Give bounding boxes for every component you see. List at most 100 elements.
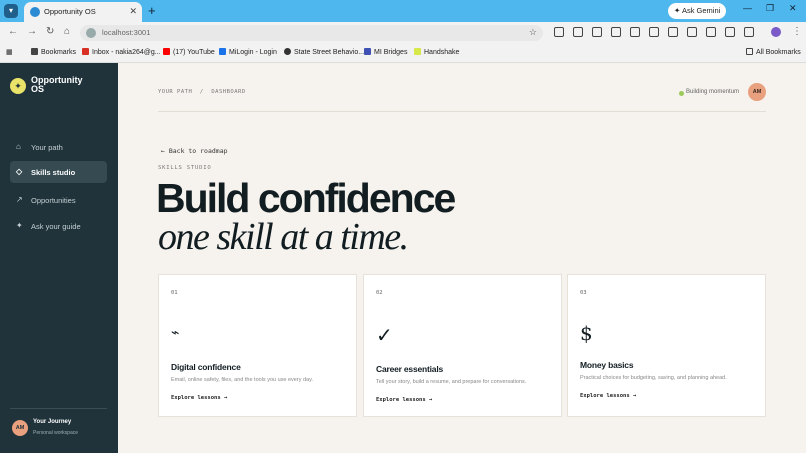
- card-title: Digital confidence: [171, 362, 241, 372]
- bookmark-star-icon: [31, 48, 38, 55]
- ask-gemini-label: Ask Gemini: [681, 6, 721, 15]
- diamond-icon: ◇: [16, 167, 23, 176]
- apps-grid-icon[interactable]: ▦: [6, 48, 13, 56]
- page-title-italic: one skill at a time.: [158, 216, 409, 258]
- logo-sparkle-icon: ✦: [10, 78, 26, 94]
- gemini-icon: ✦: [674, 6, 682, 15]
- sidebar: ✦ Opportunity OS ⌂ Your path ◇ Skills st…: [0, 63, 118, 453]
- reload-icon[interactable]: ↻: [46, 26, 54, 37]
- explore-lessons-link[interactable]: Explore lessons →: [580, 393, 636, 399]
- dollar-icon: $: [580, 321, 593, 345]
- forward-icon[interactable]: →: [27, 26, 37, 37]
- location-icon[interactable]: [687, 27, 697, 37]
- bookmark-label: (17) YouTube: [173, 49, 215, 56]
- card-description: Email, online safety, files, and the too…: [171, 377, 313, 383]
- bookmark-item[interactable]: (17) YouTube: [163, 48, 215, 56]
- incognito-icon[interactable]: [744, 27, 754, 37]
- close-window-icon[interactable]: ✕: [789, 3, 797, 14]
- translate-icon[interactable]: [554, 27, 564, 37]
- reading-list-icon[interactable]: [668, 27, 678, 37]
- bookmark-label: MI Bridges: [374, 49, 408, 56]
- explore-lessons-link[interactable]: Explore lessons →: [171, 395, 227, 401]
- card-number: 02: [376, 290, 383, 296]
- home-icon[interactable]: ⌂: [64, 26, 70, 37]
- status-text: Building momentum: [686, 89, 740, 95]
- home-icon: ⌂: [16, 142, 21, 151]
- payment-card-icon[interactable]: [706, 27, 716, 37]
- sidebar-item-opportunities[interactable]: ↗ Opportunities: [10, 189, 107, 211]
- sidebar-item-label: Ask your guide: [31, 222, 81, 231]
- card-number: 01: [171, 290, 178, 296]
- sidebar-item-label: Skills studio: [31, 168, 76, 177]
- print-icon[interactable]: [573, 27, 583, 37]
- globe-icon: [284, 48, 291, 55]
- all-bookmarks-button[interactable]: All Bookmarks: [746, 48, 801, 56]
- back-to-roadmap-link[interactable]: ← Back to roadmap: [161, 147, 228, 155]
- back-icon[interactable]: ←: [8, 26, 18, 37]
- bookmark-label: Inbox - nakia264@g...: [92, 49, 161, 56]
- sidebar-item-ask-your-guide[interactable]: ✦ Ask your guide: [10, 215, 107, 237]
- skill-card-career-essentials[interactable]: 02 ✓ Career essentials Tell your story, …: [363, 274, 562, 417]
- arrow-up-right-icon: ↗: [16, 195, 23, 204]
- main-content: YOUR PATH / DASHBOARD Building momentum …: [118, 63, 806, 453]
- folder-icon: [746, 48, 753, 55]
- user-subtitle: Personal workspace: [33, 430, 79, 436]
- devices-icon[interactable]: [725, 27, 735, 37]
- gmail-icon: [82, 48, 89, 55]
- bookmark-label: MiLogin - Login: [229, 49, 277, 56]
- sidebar-item-skills-studio[interactable]: ◇ Skills studio: [10, 161, 107, 183]
- browser-tab-strip: ▾ Opportunity OS ✕ + ✦ Ask Gemini — ❐ ✕: [0, 0, 806, 22]
- site-info-icon[interactable]: [86, 28, 96, 38]
- bookmark-label: State Street Behavio...: [294, 49, 365, 56]
- card-description: Practical choices for budgeting, saving,…: [580, 375, 727, 381]
- card-title: Career essentials: [376, 364, 444, 374]
- bookmark-item[interactable]: Inbox - nakia264@g...: [82, 48, 161, 56]
- skill-card-money-basics[interactable]: 03 $ Money basics Practical choices for …: [567, 274, 766, 417]
- url-text: localhost:3001: [102, 28, 151, 37]
- bookmark-label: Bookmarks: [41, 49, 77, 56]
- browser-menu-icon[interactable]: ⋮: [792, 26, 802, 37]
- bookmark-item[interactable]: MI Bridges: [364, 48, 407, 56]
- tab-search-icon[interactable]: ▾: [4, 4, 18, 18]
- section-eyebrow: SKILLS STUDIO: [158, 165, 212, 171]
- card-number: 03: [580, 290, 587, 296]
- bookmark-label: Handshake: [424, 49, 460, 56]
- status-dot-icon: [679, 91, 684, 96]
- ask-gemini-button[interactable]: ✦ Ask Gemini: [668, 3, 727, 19]
- explore-lessons-link[interactable]: Explore lessons →: [376, 397, 432, 403]
- milogin-icon: [219, 48, 226, 55]
- sidebar-divider: [10, 408, 107, 409]
- bookmark-item[interactable]: Handshake: [414, 48, 459, 56]
- new-tab-button[interactable]: +: [148, 3, 156, 18]
- skill-card-digital-confidence[interactable]: 01 ⌁ Digital confidence Email, online sa…: [158, 274, 357, 417]
- user-name: Your Journey: [33, 419, 72, 425]
- digital-signal-icon: ⌁: [171, 325, 180, 341]
- mi-bridges-icon: [364, 48, 371, 55]
- password-key-icon[interactable]: [611, 27, 621, 37]
- bookmark-item[interactable]: State Street Behavio...: [284, 48, 364, 56]
- tab-close-icon[interactable]: ✕: [129, 6, 137, 17]
- bookmark-item[interactable]: Bookmarks: [31, 48, 76, 56]
- history-icon[interactable]: [630, 27, 640, 37]
- header-avatar[interactable]: AM: [748, 83, 766, 101]
- logo-text: Opportunity OS: [31, 75, 83, 94]
- sidebar-item-label: Opportunities: [31, 196, 76, 205]
- header-divider: [158, 111, 766, 112]
- profile-avatar-icon[interactable]: [771, 27, 781, 37]
- card-description: Tell your story, build a resume, and pre…: [376, 379, 527, 385]
- browser-tab[interactable]: Opportunity OS ✕: [24, 2, 142, 22]
- youtube-icon: [163, 48, 170, 55]
- restore-icon[interactable]: ❐: [766, 3, 774, 14]
- all-bookmarks-label: All Bookmarks: [756, 49, 801, 56]
- tab-favicon-icon: [30, 7, 40, 17]
- sparkle-icon: ✦: [16, 221, 23, 230]
- bookmark-item[interactable]: MiLogin - Login: [219, 48, 277, 56]
- extension-icon[interactable]: [592, 27, 602, 37]
- address-bar[interactable]: localhost:3001 ☆: [80, 25, 543, 41]
- user-avatar[interactable]: AM: [12, 420, 28, 436]
- minimize-icon[interactable]: —: [743, 3, 752, 13]
- bookmark-star-icon[interactable]: ☆: [529, 27, 537, 38]
- checkmark-icon: ✓: [376, 323, 393, 347]
- download-icon[interactable]: [649, 27, 659, 37]
- sidebar-item-your-path[interactable]: ⌂ Your path: [10, 136, 107, 158]
